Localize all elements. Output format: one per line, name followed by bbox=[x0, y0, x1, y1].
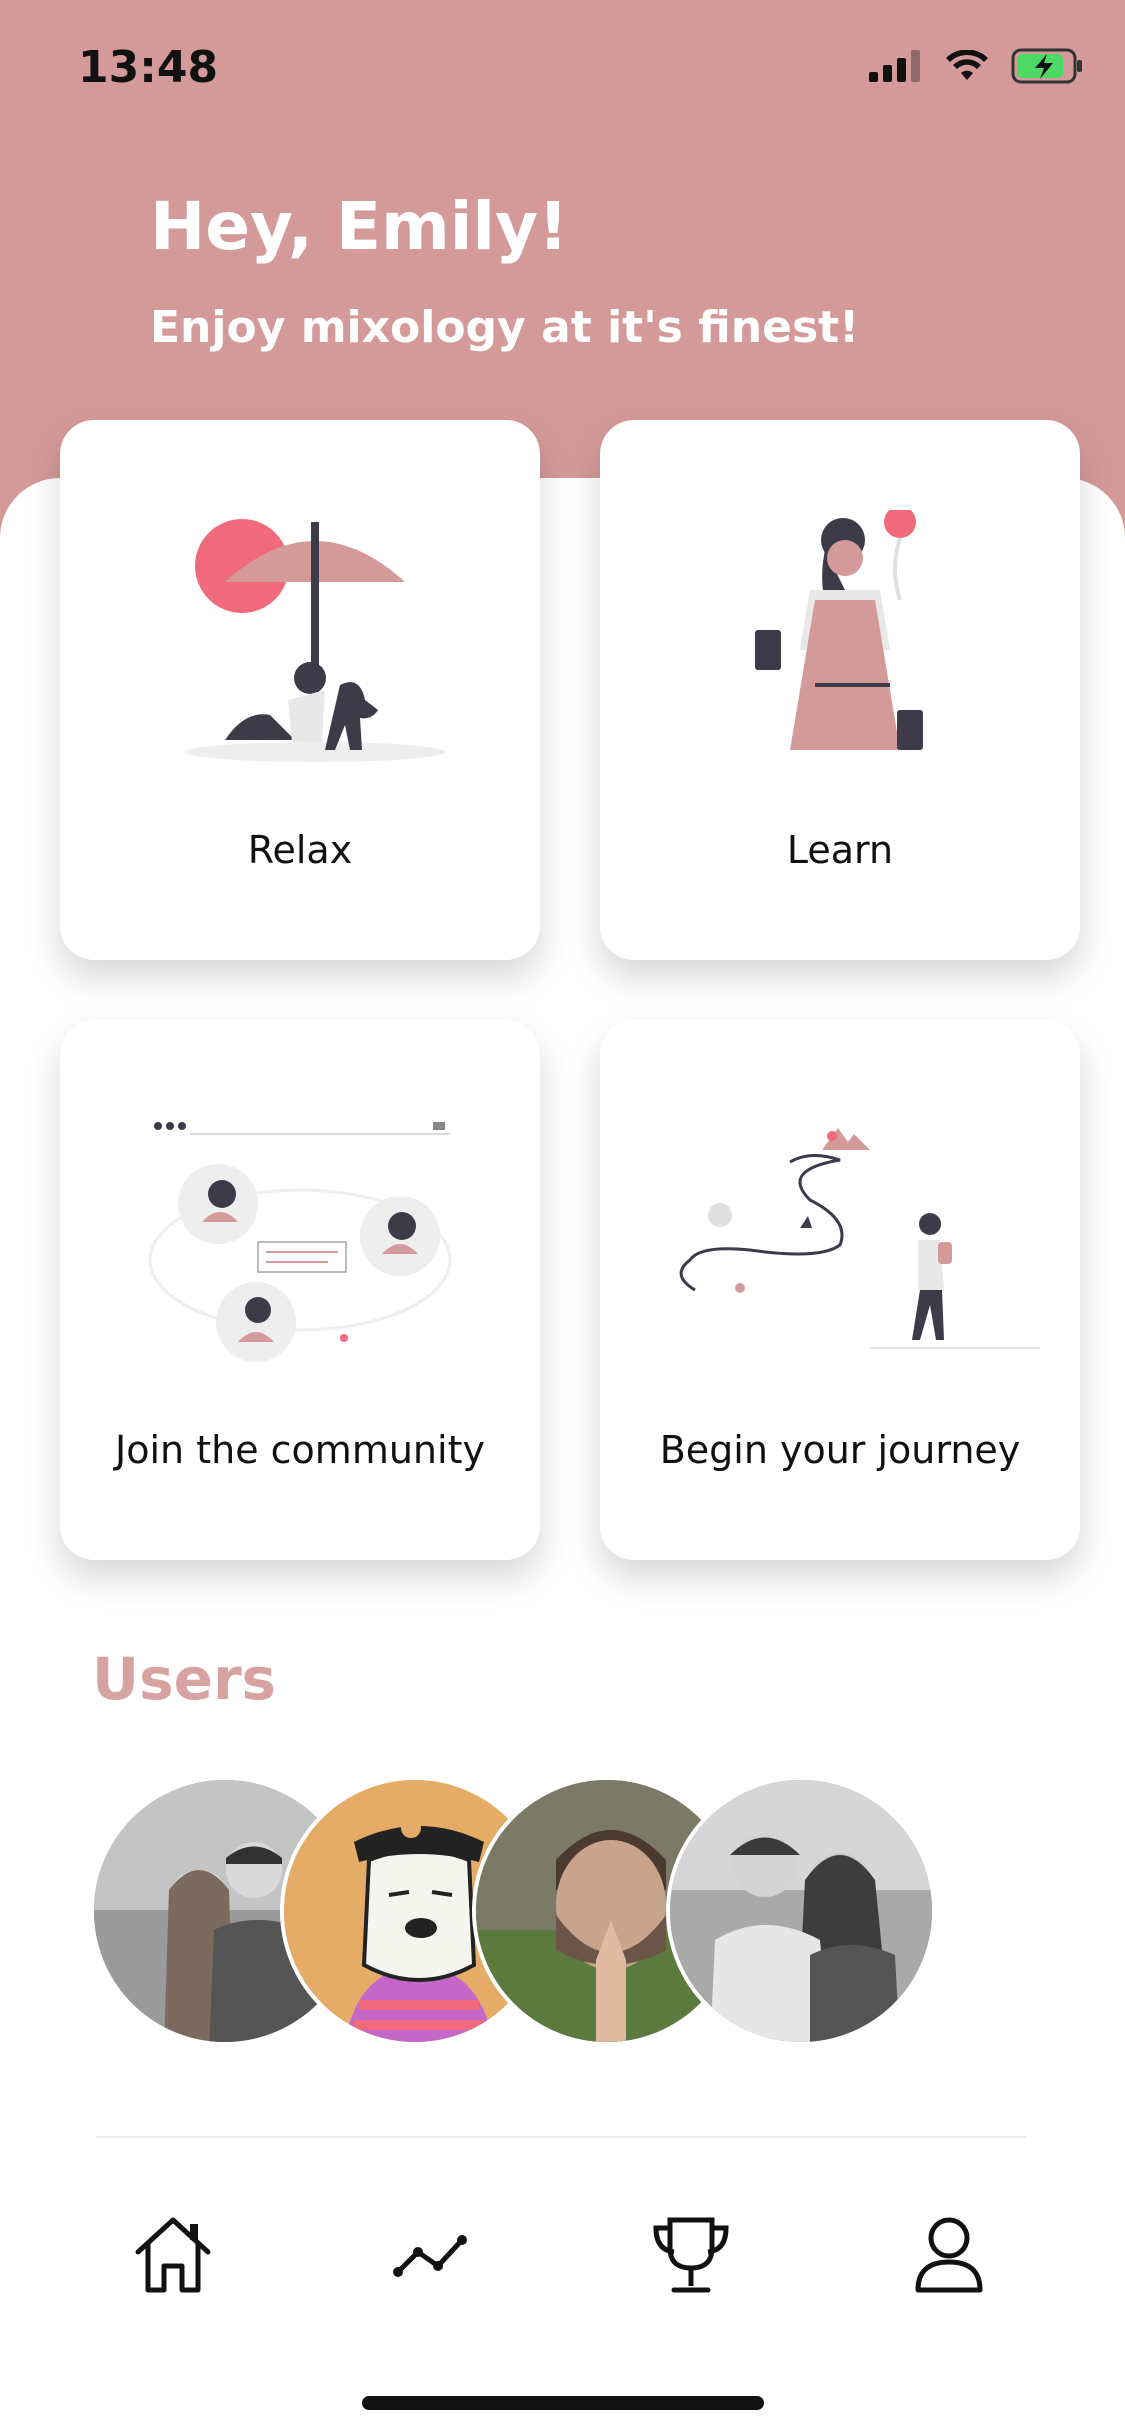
home-indicator bbox=[362, 2396, 764, 2410]
users-title: Users bbox=[92, 1645, 277, 1713]
tab-trophy[interactable] bbox=[646, 2210, 736, 2300]
learn-card[interactable]: Learn bbox=[600, 420, 1080, 960]
profile-icon bbox=[915, 2217, 983, 2293]
journey-card[interactable]: Begin your journey bbox=[600, 1020, 1080, 1560]
tab-home[interactable] bbox=[128, 2210, 218, 2300]
subtitle: Enjoy mixology at it's finest! bbox=[150, 302, 860, 353]
journey-label: Begin your journey bbox=[659, 1428, 1021, 1472]
wifi-icon bbox=[946, 50, 988, 80]
avatar-couple-2[interactable] bbox=[666, 1776, 936, 2046]
signal-icon bbox=[869, 50, 920, 82]
tab-bar-divider bbox=[96, 2136, 1026, 2138]
relax-card[interactable]: Relax bbox=[60, 420, 540, 960]
learn-label: Learn bbox=[786, 828, 894, 872]
trophy-icon bbox=[653, 2217, 729, 2293]
status-bar: 13:48 bbox=[0, 0, 1125, 140]
trends-icon bbox=[393, 2235, 467, 2277]
greeting: Hey, Emily! bbox=[150, 188, 569, 265]
relax-label: Relax bbox=[247, 828, 353, 872]
community-label: Join the community bbox=[115, 1428, 485, 1472]
battery-icon bbox=[1011, 48, 1082, 84]
learn-illustration bbox=[755, 510, 923, 750]
status-icons bbox=[869, 48, 1085, 84]
tab-profile[interactable] bbox=[904, 2210, 994, 2300]
journey-illustration bbox=[679, 1128, 1040, 1349]
community-illustration bbox=[148, 1122, 452, 1362]
status-time: 13:48 bbox=[78, 42, 219, 93]
home-icon bbox=[135, 2217, 211, 2293]
avatar-couple-2-photo bbox=[670, 1780, 932, 2042]
community-card[interactable]: Join the community bbox=[60, 1020, 540, 1560]
relax-illustration bbox=[185, 519, 445, 762]
tab-trends[interactable] bbox=[386, 2210, 476, 2300]
